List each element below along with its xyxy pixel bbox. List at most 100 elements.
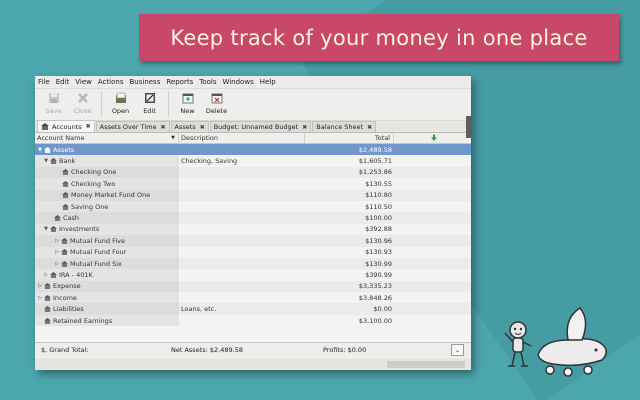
expanded-arrow-icon[interactable]: ▼ [42, 226, 50, 232]
save-icon [48, 93, 59, 103]
menu-windows[interactable]: Windows [222, 78, 253, 86]
menu-view[interactable]: View [75, 78, 92, 86]
summary-dropdown-button[interactable]: ⌄ [451, 344, 464, 356]
tab-assets-over-time[interactable]: Assets Over Time ✖ [95, 121, 170, 132]
close-tab-icon[interactable]: ✖ [302, 124, 307, 131]
table-row[interactable]: ▷ Mutual Fund Six $130.99 [35, 257, 471, 270]
close-icon [77, 93, 88, 103]
account-icon [61, 249, 68, 256]
table-row[interactable]: Cash $100.00 [35, 212, 471, 224]
account-total: $2,489.58 [358, 145, 392, 154]
account-total: $130.99 [365, 259, 392, 268]
tab-label: Budget: Unnamed Budget [213, 123, 299, 131]
tab-accounts[interactable]: Accounts ✖ [37, 120, 95, 132]
close-tab-icon[interactable]: ✖ [200, 124, 205, 131]
table-row[interactable]: ▼ Assets $2,489.58 [35, 144, 471, 156]
account-name: IRA - 401K [59, 270, 93, 279]
column-selector[interactable] [394, 133, 471, 143]
tab-balance-sheet[interactable]: Balance Sheet ✖ [312, 121, 377, 132]
table-row[interactable]: ▷ Mutual Fund Five $130.96 [35, 235, 471, 247]
open-button[interactable]: Open [106, 92, 135, 115]
tab-label: Assets Over Time [99, 123, 157, 131]
table-row[interactable]: Checking One $1,253.86 [35, 166, 471, 179]
table-row[interactable]: Checking Two $130.55 [35, 178, 471, 190]
account-name: Retained Earnings [53, 316, 113, 325]
table-row[interactable]: Liabilities Loans, etc. $0.00 [35, 303, 471, 315]
account-total: $3,335.23 [358, 282, 392, 291]
table-row[interactable]: ▼ Investments $392.88 [35, 223, 471, 236]
table-row[interactable]: ▷ Income $3,848.26 [35, 292, 471, 304]
table-row[interactable]: Retained Earnings $3,100.00 [35, 314, 471, 327]
collapsed-arrow-icon[interactable]: ▷ [36, 295, 44, 301]
account-icon [50, 271, 57, 278]
table-row[interactable]: ▷ IRA - 401K $390.99 [35, 269, 471, 281]
new-button[interactable]: New [173, 92, 202, 115]
menu-help[interactable]: Help [260, 78, 276, 86]
toolbar-separator [168, 92, 169, 116]
new-label: New [180, 107, 195, 115]
net-assets-value: Net Assets: $2,489.58 [171, 346, 243, 354]
expanded-arrow-icon[interactable]: ▼ [36, 147, 44, 153]
account-total: $0.00 [373, 305, 392, 314]
menu-tools[interactable]: Tools [199, 78, 216, 86]
mascot-illustration [504, 307, 607, 377]
collapsed-arrow-icon[interactable]: ▷ [53, 261, 61, 267]
profits-value: Profits: $0.00 [323, 346, 367, 354]
close-tab-icon[interactable]: ✖ [161, 124, 166, 131]
menu-business[interactable]: Business [129, 78, 160, 86]
account-name: Liabilities [53, 305, 84, 314]
account-icon [50, 226, 57, 233]
close-button[interactable]: Close [68, 92, 97, 115]
collapsed-arrow-icon[interactable]: ▷ [42, 272, 50, 278]
window-edge-handle[interactable] [466, 116, 472, 138]
menu-bar: File Edit View Actions Business Reports … [35, 76, 471, 89]
promo-banner: Keep track of your money in one place [139, 14, 619, 61]
account-total: $110.80 [365, 191, 392, 200]
table-row[interactable]: Saving One $110.50 [35, 200, 471, 213]
account-tree: ▼ Assets $2,489.58 ▼ Bank Checking, Savi… [35, 144, 471, 327]
account-total: $390.99 [365, 270, 392, 279]
account-total: $3,848.26 [358, 293, 392, 302]
column-header-account-name[interactable]: Account Name ▼ [35, 133, 179, 143]
menu-reports[interactable]: Reports [166, 78, 193, 86]
account-name: Bank [59, 157, 76, 166]
table-row[interactable]: Money Market Fund One $110.80 [35, 189, 471, 201]
account-total: $130.55 [365, 179, 392, 188]
close-tab-icon[interactable]: ✖ [367, 124, 372, 131]
collapsed-arrow-icon[interactable]: ▷ [53, 238, 61, 244]
menu-actions[interactable]: Actions [98, 78, 124, 86]
menu-edit[interactable]: Edit [56, 78, 70, 86]
account-name: Income [53, 293, 77, 302]
account-name: Mutual Fund Four [70, 248, 127, 257]
table-row[interactable]: ▷ Expense $3,335.23 [35, 280, 471, 293]
tab-budget[interactable]: Budget: Unnamed Budget ✖ [209, 121, 312, 132]
account-icon [61, 260, 68, 267]
table-row[interactable]: ▷ Mutual Fund Four $130.93 [35, 246, 471, 258]
close-tab-icon[interactable]: ✖ [86, 123, 91, 130]
table-row[interactable]: ▼ Bank Checking, Saving $1,605.71 [35, 155, 471, 167]
horizontal-scrollbar[interactable] [387, 361, 465, 368]
account-name: Saving One [71, 202, 109, 211]
status-bar [35, 358, 471, 370]
save-label: Save [45, 107, 62, 115]
column-header-total[interactable]: Total [305, 133, 394, 143]
delete-label: Delete [205, 107, 228, 115]
save-button[interactable]: Save [39, 92, 68, 115]
new-account-icon [182, 93, 193, 104]
tab-assets[interactable]: Assets ✖ [170, 121, 209, 132]
delete-button[interactable]: Delete [202, 92, 231, 115]
account-icon [62, 169, 69, 176]
app-window: File Edit View Actions Business Reports … [35, 76, 471, 370]
account-total: $130.96 [365, 236, 392, 245]
tab-label: Accounts [52, 122, 82, 131]
expanded-arrow-icon[interactable]: ▼ [42, 158, 50, 164]
menu-file[interactable]: File [38, 78, 50, 86]
collapsed-arrow-icon[interactable]: ▷ [36, 283, 44, 289]
collapsed-arrow-icon[interactable]: ▷ [53, 249, 61, 255]
account-total: $1,253.86 [358, 168, 392, 177]
edit-button[interactable]: Edit [135, 92, 164, 115]
account-total: $1,605.71 [358, 157, 392, 166]
column-header-description[interactable]: Description [179, 133, 305, 143]
account-icon [62, 203, 69, 210]
open-folder-icon [115, 92, 126, 103]
